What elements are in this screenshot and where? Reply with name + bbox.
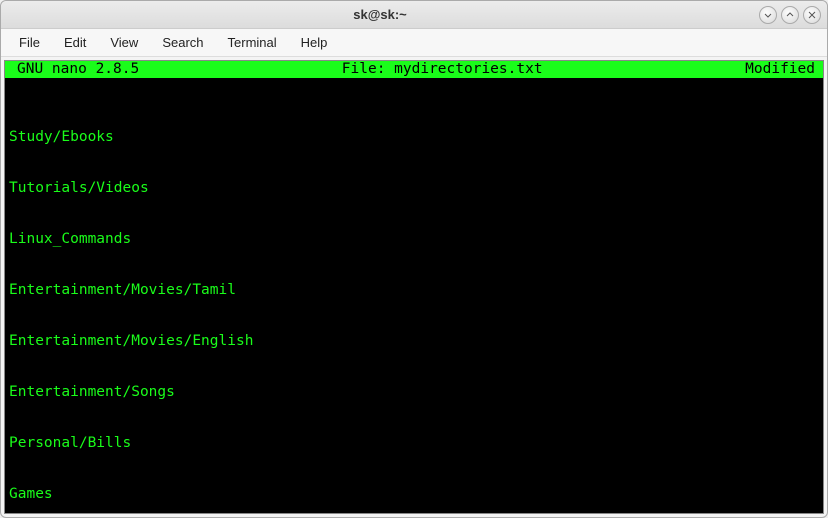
menu-edit[interactable]: Edit: [54, 32, 96, 53]
editor-line: Linux_Commands: [9, 231, 819, 248]
menubar: File Edit View Search Terminal Help: [1, 29, 827, 57]
editor-line: Tutorials/Videos: [9, 180, 819, 197]
maximize-icon: [786, 11, 794, 19]
nano-header: GNU nano 2.8.5 File: mydirectories.txt M…: [5, 61, 823, 78]
terminal-window: sk@sk:~ File Edit View Search Terminal H…: [0, 0, 828, 518]
editor-line: Personal/Bills: [9, 435, 819, 452]
titlebar: sk@sk:~: [1, 1, 827, 29]
menu-view[interactable]: View: [100, 32, 148, 53]
editor-line: Games: [9, 486, 819, 503]
menu-file[interactable]: File: [9, 32, 50, 53]
minimize-icon: [764, 11, 772, 19]
nano-editor-body[interactable]: Study/Ebooks Tutorials/Videos Linux_Comm…: [5, 95, 823, 514]
menu-terminal[interactable]: Terminal: [218, 32, 287, 53]
maximize-button[interactable]: [781, 6, 799, 24]
nano-filename: File: mydirectories.txt: [139, 61, 745, 78]
minimize-button[interactable]: [759, 6, 777, 24]
window-title: sk@sk:~: [1, 7, 759, 22]
close-button[interactable]: [803, 6, 821, 24]
menu-search[interactable]: Search: [152, 32, 213, 53]
nano-version: GNU nano 2.8.5: [11, 61, 139, 78]
close-icon: [808, 11, 816, 19]
editor-line: Study/Ebooks: [9, 129, 819, 146]
window-controls: [759, 6, 827, 24]
menu-help[interactable]: Help: [291, 32, 338, 53]
editor-line: Entertainment/Movies/Tamil: [9, 282, 819, 299]
editor-line: Entertainment/Songs: [9, 384, 819, 401]
nano-modified-status: Modified: [745, 61, 817, 78]
editor-line: Entertainment/Movies/English: [9, 333, 819, 350]
terminal-area[interactable]: GNU nano 2.8.5 File: mydirectories.txt M…: [4, 60, 824, 514]
